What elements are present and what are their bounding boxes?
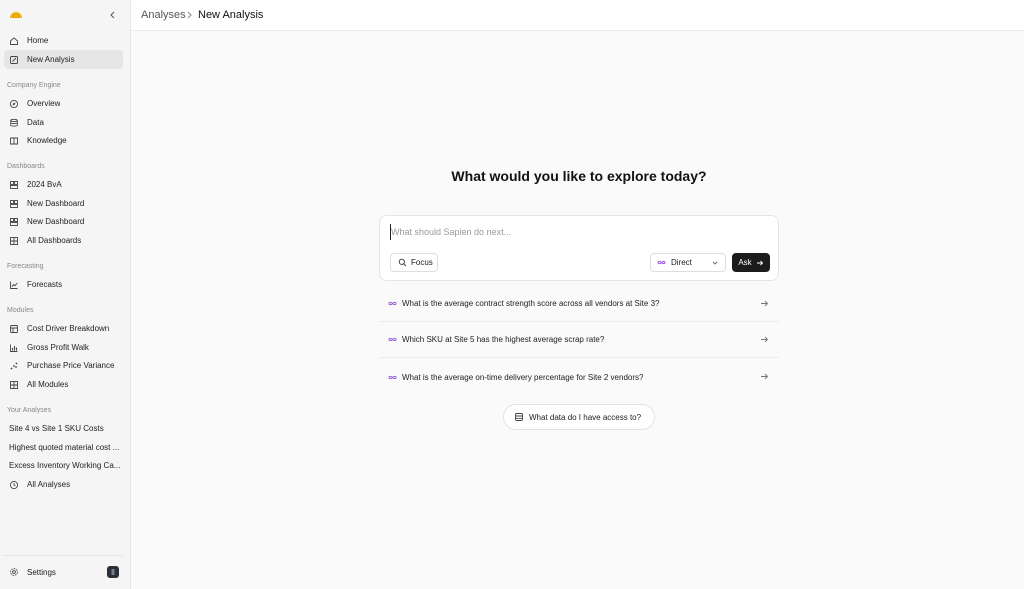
sidebar-item-all-dashboards[interactable]: All Dashboards: [4, 231, 123, 250]
sidebar-item-label: Overview: [27, 99, 61, 108]
sidebar-divider: [4, 555, 123, 556]
section-title-dashboards: Dashboards: [7, 163, 45, 170]
sidebar-item-label: Knowledge: [27, 136, 67, 145]
edit-icon: [9, 55, 19, 65]
clock-icon: [9, 480, 19, 490]
sidebar-item-label: Purchase Price Variance: [27, 361, 115, 370]
infinity-icon: [657, 258, 666, 267]
sidebar-item-new-dashboard[interactable]: New Dashboard: [4, 212, 123, 231]
sapien-logo-icon[interactable]: [9, 10, 23, 19]
data-access-button[interactable]: What data do I have access to?: [503, 404, 655, 430]
prompt-card: Focus Direct Ask: [379, 215, 779, 281]
focus-button[interactable]: Focus: [390, 253, 438, 272]
book-icon: [9, 136, 19, 146]
prompt-input[interactable]: [390, 224, 770, 240]
suggestion-text: What is the average contract strength sc…: [402, 299, 660, 308]
chevron-left-icon: [110, 11, 115, 19]
ask-label: Ask: [738, 258, 752, 267]
database-icon: [9, 118, 19, 128]
chevron-down-icon: [711, 259, 719, 267]
sidebar-item-data[interactable]: Data: [4, 113, 123, 132]
scatter-icon: [9, 361, 19, 371]
sidebar-item-purchase-price-variance[interactable]: Purchase Price Variance: [4, 356, 123, 375]
bar-chart-icon: [9, 343, 19, 353]
sidebar-item-label: New Dashboard: [27, 199, 85, 208]
settings-label: Settings: [27, 567, 56, 577]
sidebar-item-label: Excess Inventory Working Ca...: [9, 461, 121, 470]
dashboard-icon: [9, 180, 19, 190]
sidebar-item-label: New Analysis: [27, 55, 75, 64]
chevron-right-icon: [187, 11, 192, 19]
sidebar-item-settings[interactable]: Settings: [4, 562, 123, 582]
database-icon: [514, 412, 524, 422]
sidebar-item-label: Site 4 vs Site 1 SKU Costs: [9, 424, 104, 433]
breadcrumb-analyses[interactable]: Analyses: [141, 9, 186, 21]
mode-select[interactable]: Direct: [650, 253, 726, 272]
sidebar-item-overview[interactable]: Overview: [4, 94, 123, 113]
breadcrumb-current: New Analysis: [198, 9, 264, 21]
sidebar-item-label: All Dashboards: [27, 236, 82, 245]
header: Analyses New Analysis: [131, 0, 1024, 31]
infinity-icon: [388, 299, 397, 308]
infinity-icon: [388, 335, 397, 344]
sidebar-item-analysis[interactable]: Highest quoted material cost ...: [4, 438, 123, 457]
sidebar-item-all-modules[interactable]: All Modules: [4, 375, 123, 394]
suggestion-item[interactable]: What is the average contract strength sc…: [379, 286, 779, 322]
sidebar-item-new-dashboard[interactable]: New Dashboard: [4, 194, 123, 213]
focus-label: Focus: [411, 258, 433, 267]
sidebar-item-label: All Analyses: [27, 480, 71, 489]
arrow-right-icon: [760, 299, 769, 308]
arrow-right-icon: [756, 259, 764, 267]
grid-icon: [9, 236, 19, 246]
sidebar-item-label: All Modules: [27, 380, 69, 389]
arrow-right-icon: [760, 335, 769, 344]
line-chart-icon: [9, 280, 19, 290]
search-icon: [398, 258, 407, 267]
mode-label: Direct: [671, 258, 692, 267]
sidebar-item-home[interactable]: Home: [4, 31, 123, 50]
sidebar-item-knowledge[interactable]: Knowledge: [4, 131, 123, 150]
sidebar-item-cost-driver-breakdown[interactable]: Cost Driver Breakdown: [4, 319, 123, 338]
page-title: What would you like to explore today?: [451, 168, 707, 184]
sidebar-item-2024-bva[interactable]: 2024 BvA: [4, 175, 123, 194]
arrow-right-icon: [760, 372, 769, 381]
sidebar-item-analysis[interactable]: Excess Inventory Working Ca...: [4, 456, 123, 475]
sidebar-item-gross-profit-walk[interactable]: Gross Profit Walk: [4, 338, 123, 357]
sidebar-header: [0, 0, 131, 30]
infinity-icon: [388, 373, 397, 382]
grid-icon: [9, 380, 19, 390]
sidebar-item-label: Data: [27, 118, 44, 127]
sidebar-item-forecasts[interactable]: Forecasts: [4, 275, 123, 294]
sidebar-item-label: New Dashboard: [27, 217, 85, 226]
section-title-modules: Modules: [7, 307, 34, 314]
home-icon: [9, 36, 19, 46]
sidebar-item-label: Gross Profit Walk: [27, 343, 89, 352]
collapse-sidebar-button[interactable]: [106, 8, 120, 22]
dashboard-icon: [9, 217, 19, 227]
sidebar-item-label: 2024 BvA: [27, 180, 62, 189]
sidebar-item-label: Forecasts: [27, 280, 63, 289]
suggestion-item[interactable]: What is the average on-time delivery per…: [379, 359, 779, 395]
suggestion-text: What is the average on-time delivery per…: [402, 372, 644, 382]
compass-icon: [9, 99, 19, 109]
sidebar-item-analysis[interactable]: Site 4 vs Site 1 SKU Costs: [4, 419, 123, 438]
section-title-forecasting: Forecasting: [7, 263, 44, 270]
ask-button[interactable]: Ask: [732, 253, 770, 272]
sidebar-item-new-analysis[interactable]: New Analysis: [4, 50, 123, 69]
data-access-label: What data do I have access to?: [529, 412, 642, 422]
section-title-your-analyses: Your Analyses: [7, 407, 52, 414]
section-title-company-engine: Company Engine: [7, 82, 61, 89]
gear-icon: [9, 567, 19, 577]
suggestion-item[interactable]: Which SKU at Site 5 has the highest aver…: [379, 322, 779, 358]
sidebar: Home New Analysis Company Engine Overvie…: [0, 0, 131, 589]
sidebar-item-label: Highest quoted material cost ...: [9, 443, 120, 452]
sidebar-item-all-analyses[interactable]: All Analyses: [4, 475, 123, 494]
user-icon: [111, 569, 115, 575]
avatar[interactable]: [107, 566, 119, 578]
sidebar-item-label: Cost Driver Breakdown: [27, 324, 110, 333]
dashboard-icon: [9, 199, 19, 209]
layers-icon: [9, 324, 19, 334]
sidebar-item-label: Home: [27, 36, 49, 45]
suggestion-text: Which SKU at Site 5 has the highest aver…: [402, 335, 605, 344]
